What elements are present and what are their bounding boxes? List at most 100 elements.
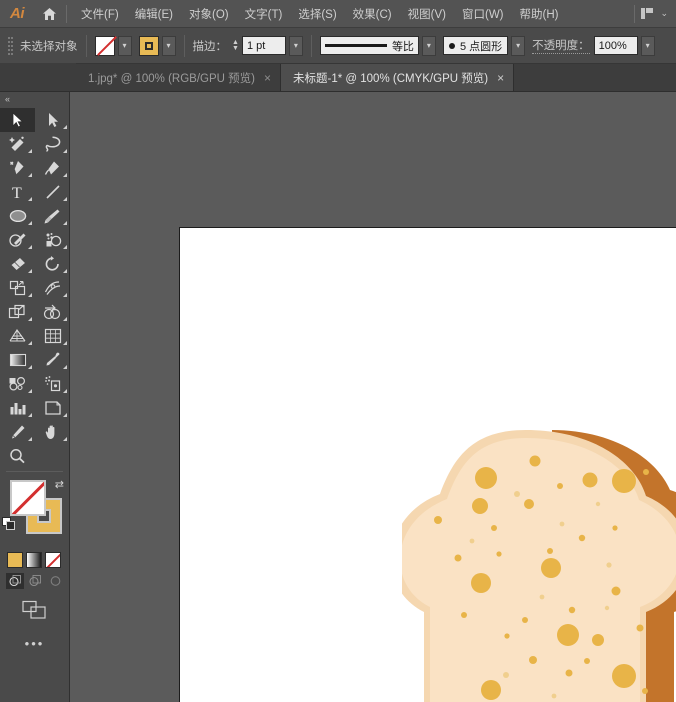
control-bar: 未选择对象 ▾ ▾ 描边： ▲ ▼ 1 pt ▾ 等比 ▾ 5 点圆形 ▾ 不透明… [0, 28, 676, 64]
draw-inside-icon[interactable] [46, 573, 64, 589]
brush-definition-field[interactable]: 5 点圆形 [442, 36, 509, 55]
color-mode-swatches [0, 548, 69, 568]
scale-tool[interactable] [0, 276, 35, 300]
color-swatch-solid[interactable] [7, 552, 23, 568]
menu-view[interactable]: 视图(V) [400, 2, 454, 26]
artboard[interactable] [179, 227, 676, 702]
lasso-tool[interactable] [35, 132, 70, 156]
brush-dot-icon [448, 42, 455, 49]
home-icon[interactable] [34, 0, 64, 28]
hand-tool[interactable] [35, 420, 70, 444]
control-bar-grip[interactable] [6, 33, 14, 59]
slice-tool[interactable] [0, 420, 35, 444]
document-tab-bar: 1.jpg* @ 100% (RGB/GPU 预览) × 未标题-1* @ 10… [0, 63, 676, 92]
bread-slice-illustration[interactable] [391, 428, 676, 702]
fill-swatch-dropdown[interactable]: ▾ [117, 35, 132, 56]
close-icon[interactable]: × [497, 72, 504, 84]
eraser-tool[interactable] [0, 252, 35, 276]
magic-wand-tool[interactable] [0, 132, 35, 156]
document-tab-2-label: 未标题-1* @ 100% (CMYK/GPU 预览) [293, 72, 489, 85]
close-icon[interactable]: × [264, 72, 271, 84]
zoom-tool[interactable] [0, 444, 35, 468]
variable-width-profile-label: 等比 [391, 40, 414, 53]
color-swatch-none[interactable] [45, 552, 61, 568]
selection-tool[interactable] [0, 108, 35, 132]
curvature-tool[interactable] [35, 156, 70, 180]
stroke-profile-preview-icon [324, 44, 387, 47]
control-divider-2 [183, 34, 185, 57]
control-divider-1 [85, 34, 87, 57]
variable-width-dropdown[interactable]: ▾ [421, 35, 436, 56]
swap-fill-stroke-icon[interactable]: ⇄ [55, 478, 64, 491]
document-tab-2[interactable]: 未标题-1* @ 100% (CMYK/GPU 预览) × [281, 64, 515, 91]
stroke-color-swatch[interactable] [138, 35, 159, 56]
menu-object[interactable]: 对象(O) [181, 2, 237, 26]
free-transform-tool[interactable] [0, 300, 35, 324]
pen-tool[interactable] [0, 156, 35, 180]
chevron-down-icon[interactable]: ⌄ [660, 8, 668, 19]
mesh-tool[interactable] [35, 324, 70, 348]
toolbar-fill-swatch[interactable] [10, 480, 46, 516]
canvas-area[interactable] [70, 92, 676, 702]
opacity-dropdown[interactable]: ▾ [640, 35, 655, 56]
default-fill-stroke-icon[interactable] [2, 517, 16, 531]
type-tool[interactable]: T [0, 180, 35, 204]
stroke-weight-input[interactable]: 1 pt [241, 36, 286, 55]
stroke-weight-label: 描边： [192, 40, 228, 53]
menubar-right-group: ⌄ [632, 4, 676, 23]
line-segment-tool[interactable] [35, 180, 70, 204]
menu-divider-right [634, 4, 636, 23]
tab-bar-filler [514, 64, 676, 91]
blend-tool[interactable] [0, 372, 35, 396]
fill-color-swatch[interactable] [94, 35, 115, 56]
document-tab-1[interactable]: 1.jpg* @ 100% (RGB/GPU 预览) × [76, 64, 281, 91]
fill-stroke-controls: ⇄ [0, 476, 70, 548]
drawing-modes [0, 568, 69, 589]
more-tools-button[interactable]: ••• [0, 620, 69, 651]
ai-logo-icon: Ai [10, 5, 25, 22]
toolbar-divider-1 [6, 471, 63, 472]
brush-definition-dropdown[interactable]: ▾ [511, 35, 526, 56]
blob-brush-tool[interactable] [35, 228, 70, 252]
tools-grid: T [0, 106, 69, 468]
svg-text:T: T [12, 185, 22, 200]
gradient-tool[interactable] [0, 348, 35, 372]
draw-normal-icon[interactable] [6, 573, 24, 589]
menu-help[interactable]: 帮助(H) [512, 2, 567, 26]
variable-width-profile-field[interactable]: 等比 [319, 36, 419, 55]
stroke-weight-dropdown[interactable]: ▾ [288, 35, 303, 56]
rotate-tool[interactable] [35, 252, 70, 276]
column-graph-tool[interactable] [0, 396, 35, 420]
menu-effect[interactable]: 效果(C) [345, 2, 400, 26]
stroke-swatch-dropdown[interactable]: ▾ [161, 35, 176, 56]
tools-empty-slot [35, 444, 70, 468]
screen-mode-icon[interactable] [0, 589, 69, 620]
selection-status-label: 未选择对象 [20, 40, 78, 53]
opacity-label: 不透明度： [532, 37, 590, 54]
menu-window[interactable]: 窗口(W) [454, 2, 512, 26]
workspace-switcher-icon[interactable] [641, 8, 654, 19]
shape-builder-tool[interactable] [35, 300, 70, 324]
menu-edit[interactable]: 编辑(E) [127, 2, 181, 26]
brush-definition-label: 5 点圆形 [459, 40, 503, 53]
menu-bar: Ai 文件(F) 编辑(E) 对象(O) 文字(T) 选择(S) 效果(C) 视… [0, 0, 676, 28]
toolbar-collapse-icon[interactable]: « [0, 92, 69, 106]
menu-type[interactable]: 文字(T) [237, 2, 291, 26]
shaper-tool[interactable] [0, 228, 35, 252]
color-swatch-gradient[interactable] [26, 552, 42, 568]
menu-select[interactable]: 选择(S) [290, 2, 344, 26]
symbol-sprayer-tool[interactable] [35, 372, 70, 396]
eyedropper-tool[interactable] [35, 348, 70, 372]
stroke-weight-stepper[interactable]: ▲ ▼ [232, 39, 239, 52]
perspective-grid-tool[interactable] [0, 324, 35, 348]
menu-divider [66, 4, 67, 23]
menu-item-list: 文件(F) 编辑(E) 对象(O) 文字(T) 选择(S) 效果(C) 视图(V… [73, 2, 566, 26]
opacity-input[interactable]: 100% [593, 36, 638, 55]
artboard-tool[interactable] [35, 396, 70, 420]
paintbrush-tool[interactable] [35, 204, 70, 228]
draw-behind-icon[interactable] [26, 573, 44, 589]
width-tool[interactable] [35, 276, 70, 300]
menu-file[interactable]: 文件(F) [73, 2, 127, 26]
ellipse-tool[interactable] [0, 204, 35, 228]
direct-selection-tool[interactable] [35, 108, 70, 132]
